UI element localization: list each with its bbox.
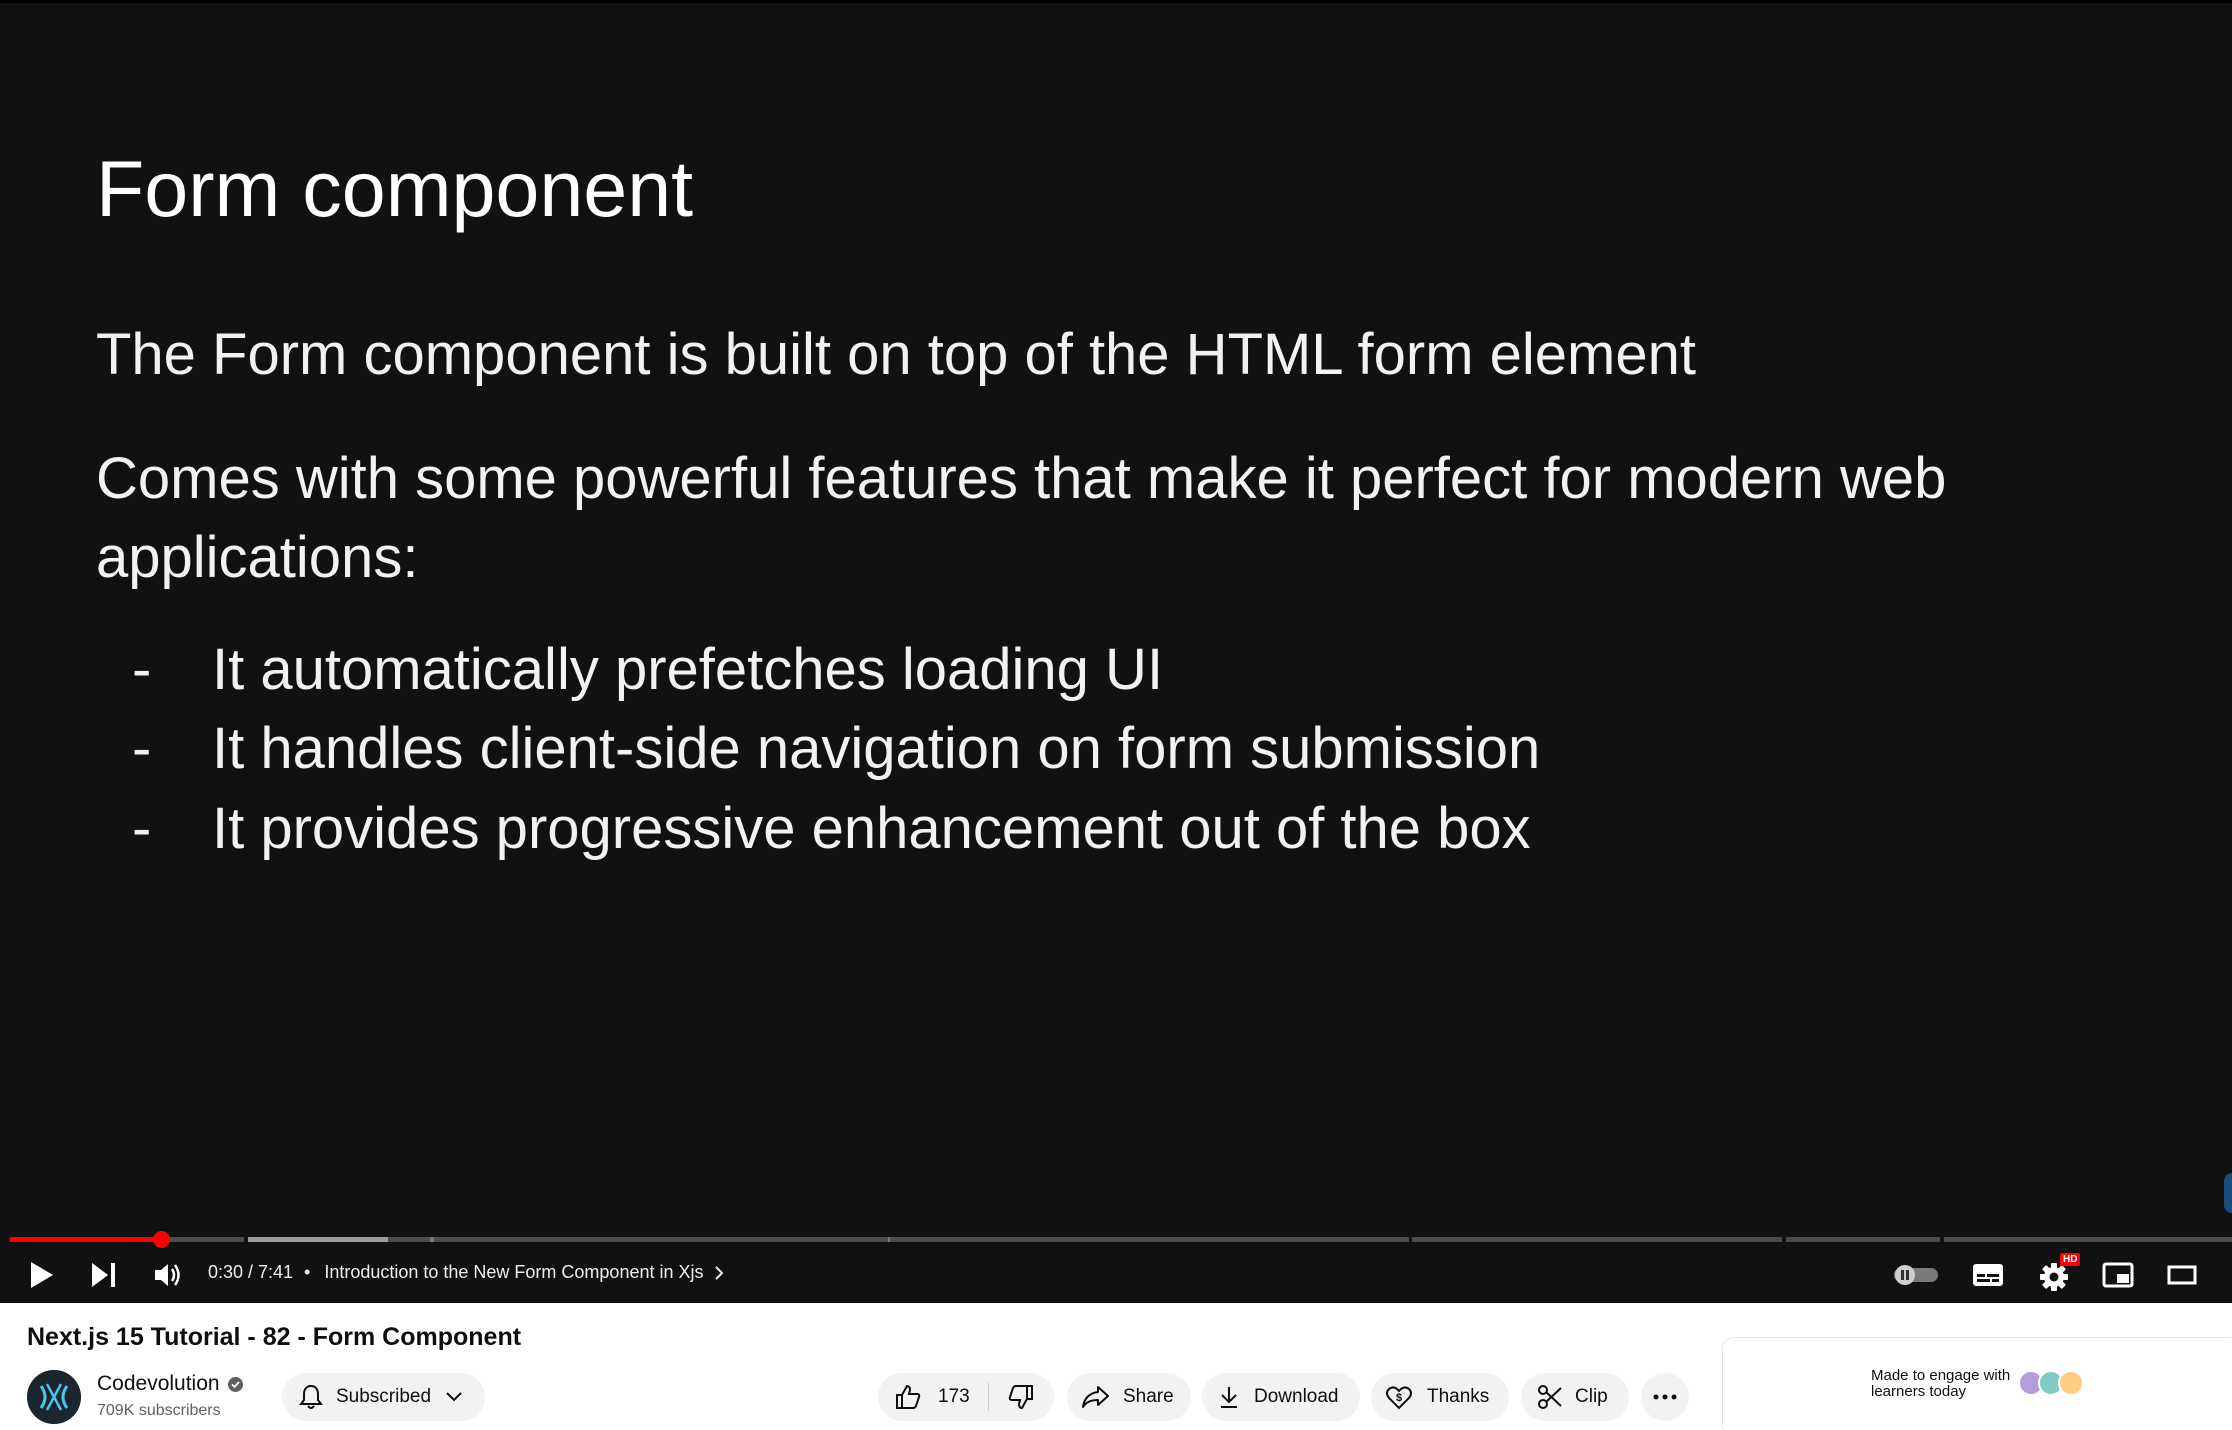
video-edge-element xyxy=(2224,1173,2232,1213)
theater-icon xyxy=(2167,1265,2197,1285)
channel-avatar[interactable] xyxy=(27,1370,81,1424)
video-title: Next.js 15 Tutorial - 82 - Form Componen… xyxy=(27,1323,522,1351)
miniplayer-button[interactable] xyxy=(2098,1255,2138,1295)
bullet-text: It automatically prefetches loading UI xyxy=(212,637,1164,702)
video-player[interactable]: Form component The Form component is bui… xyxy=(0,0,2232,1303)
buffered-bar xyxy=(248,1237,388,1242)
download-label: Download xyxy=(1254,1386,1339,1407)
next-icon xyxy=(92,1263,115,1287)
chevron-down-icon xyxy=(445,1391,463,1403)
share-label: Share xyxy=(1123,1386,1174,1407)
scrubber-handle[interactable] xyxy=(153,1231,171,1248)
thanks-heart-icon: $ xyxy=(1385,1383,1413,1411)
promo-text: Made to engage with learners today xyxy=(1871,1367,2011,1400)
subscribed-label: Subscribed xyxy=(336,1386,432,1407)
chapter-segment xyxy=(430,1237,890,1242)
autoplay-toggle-icon xyxy=(1894,1265,1938,1285)
verified-badge-icon xyxy=(227,1376,243,1392)
play-icon xyxy=(31,1262,53,1288)
like-count: 173 xyxy=(938,1386,970,1407)
promo-avatar xyxy=(2058,1370,2084,1396)
clip-label: Clip xyxy=(1575,1386,1608,1407)
chapter-button[interactable]: • Introduction to the New Form Component… xyxy=(304,1262,724,1283)
slide-title: Form component xyxy=(96,144,694,233)
settings-button[interactable]: HD xyxy=(2032,1253,2081,1295)
time-display: 0:30 / 7:41 xyxy=(208,1262,294,1282)
bullet-marker: - xyxy=(132,716,152,781)
slide-text-line: The Form component is built on top of th… xyxy=(96,322,1696,387)
subscribed-button[interactable]: Subscribed xyxy=(282,1373,485,1421)
subscriber-count: 709K subscribers xyxy=(97,1402,221,1419)
bullet-text: It provides progressive enhancement out … xyxy=(212,796,1531,861)
share-icon xyxy=(1081,1384,1111,1410)
chapter-title: Introduction to the New Form Component i… xyxy=(324,1262,704,1282)
autoplay-toggle[interactable] xyxy=(1892,1255,1940,1295)
download-icon xyxy=(1218,1384,1240,1410)
download-button[interactable]: Download xyxy=(1202,1373,1360,1421)
channel-name: Codevolution xyxy=(97,1372,220,1395)
miniplayer-icon xyxy=(2102,1262,2134,1288)
chapter-segment xyxy=(888,1237,1409,1242)
thumbs-up-icon xyxy=(894,1383,922,1411)
chapter-segment xyxy=(1944,1237,2232,1242)
clip-button[interactable]: Clip xyxy=(1521,1373,1629,1421)
subtitles-button[interactable] xyxy=(1968,1255,2008,1295)
bell-icon xyxy=(298,1383,324,1411)
bullet-marker: - xyxy=(132,637,152,702)
more-horizontal-icon xyxy=(1653,1394,1677,1400)
promo-card[interactable]: Made to engage with learners today xyxy=(1722,1337,2232,1430)
chevron-right-icon xyxy=(714,1265,723,1280)
share-button[interactable]: Share xyxy=(1067,1373,1191,1421)
chapter-separator: • xyxy=(304,1262,311,1282)
play-button[interactable] xyxy=(22,1255,62,1295)
thumbs-down-icon xyxy=(1007,1383,1035,1411)
hd-badge: HD xyxy=(2060,1253,2081,1266)
more-actions-button[interactable] xyxy=(1641,1373,1689,1421)
like-button[interactable]: 173 xyxy=(878,1373,988,1421)
progress-bar[interactable] xyxy=(10,1237,2232,1242)
chapter-segment xyxy=(1412,1237,1782,1242)
channel-logo-icon xyxy=(27,1370,81,1424)
mute-button[interactable] xyxy=(148,1255,188,1295)
bullet-text: It handles client-side navigation on for… xyxy=(212,716,1541,781)
svg-text:$: $ xyxy=(1396,1392,1402,1404)
chapter-segment xyxy=(1786,1237,1940,1242)
progress-played xyxy=(10,1237,162,1242)
volume-icon xyxy=(155,1264,180,1286)
dislike-button[interactable] xyxy=(989,1373,1053,1421)
thanks-label: Thanks xyxy=(1427,1386,1490,1407)
like-dislike-group: 173 xyxy=(878,1373,1054,1421)
theater-mode-button[interactable] xyxy=(2162,1255,2202,1295)
bullet-marker: - xyxy=(132,796,152,861)
scissors-icon xyxy=(1537,1384,1563,1410)
thanks-button[interactable]: $ Thanks xyxy=(1371,1373,1509,1421)
subtitles-icon xyxy=(1973,1264,2003,1286)
channel-name-link[interactable]: Codevolution xyxy=(97,1372,243,1396)
next-button[interactable] xyxy=(84,1255,124,1295)
slide-text-line: Comes with some powerful features that m… xyxy=(96,446,1947,590)
